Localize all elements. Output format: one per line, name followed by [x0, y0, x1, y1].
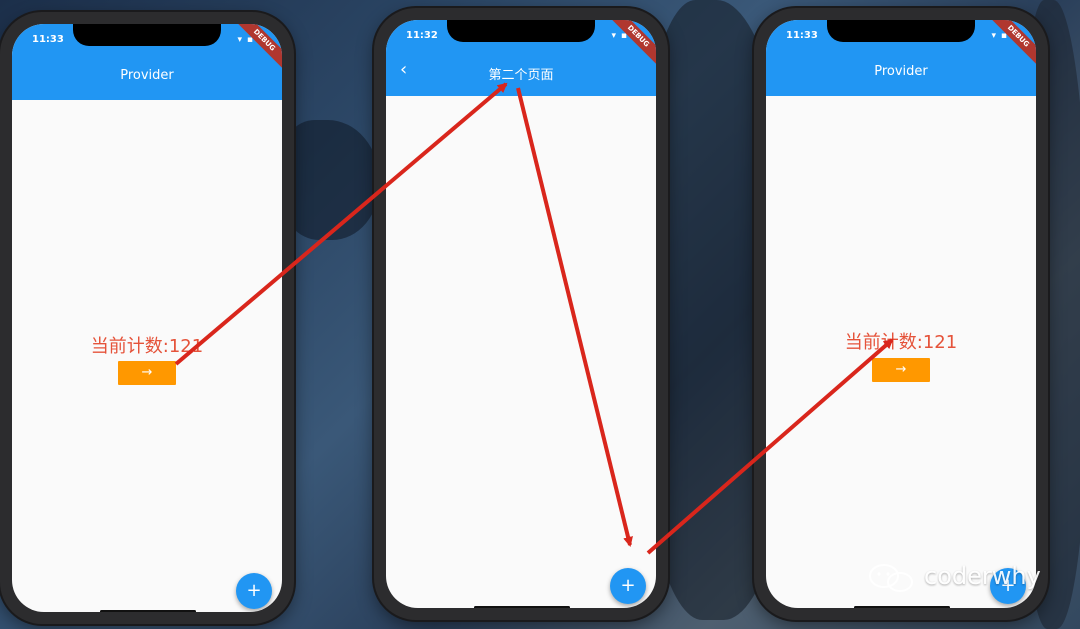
debug-ribbon: DEBUG	[231, 24, 282, 74]
phone-screen-2: 11:32 ▾ ▪ DEBUG ‹ 第二个页面 +	[386, 20, 656, 608]
phone-frame-3: 11:33 ▾ ▪ DEBUG Provider 当前计数:121 → +	[754, 8, 1048, 620]
app-bar: 11:33 ▾ ▪ DEBUG Provider	[766, 20, 1036, 96]
page-title: Provider	[120, 68, 174, 83]
phone-screen-3: 11:33 ▾ ▪ DEBUG Provider 当前计数:121 → +	[766, 20, 1036, 608]
home-indicator	[474, 606, 570, 608]
debug-ribbon: DEBUG	[605, 20, 656, 70]
notch	[447, 20, 595, 42]
phone-screen-1: 11:33 ▾ ▪ DEBUG Provider 当前计数:121 → +	[12, 24, 282, 612]
watermark-text: coderwhy	[924, 562, 1041, 590]
phone-frame-2: 11:32 ▾ ▪ DEBUG ‹ 第二个页面 +	[374, 8, 668, 620]
app-bar: 11:32 ▾ ▪ DEBUG ‹ 第二个页面	[386, 20, 656, 96]
app-bar: 11:33 ▾ ▪ DEBUG Provider	[12, 24, 282, 100]
counter-text: 当前计数:121	[844, 332, 958, 353]
increment-fab[interactable]: +	[236, 573, 272, 609]
wechat-logo-icon	[869, 564, 913, 592]
navigate-button[interactable]: →	[872, 358, 930, 382]
status-time: 11:33	[32, 34, 64, 45]
debug-ribbon: DEBUG	[985, 20, 1036, 70]
notch	[827, 20, 975, 42]
notch	[73, 24, 221, 46]
page-title: 第二个页面	[488, 68, 554, 83]
home-indicator	[854, 606, 950, 608]
home-indicator	[100, 610, 196, 612]
phone-frame-1: 11:33 ▾ ▪ DEBUG Provider 当前计数:121 → +	[0, 12, 294, 624]
status-time: 11:32	[406, 30, 438, 41]
increment-fab[interactable]: +	[610, 568, 646, 604]
status-time: 11:33	[786, 30, 818, 41]
counter-text: 当前计数:121	[90, 336, 204, 357]
navigate-button[interactable]: →	[118, 361, 176, 385]
page-title: Provider	[874, 64, 928, 79]
background-rock	[280, 120, 380, 240]
